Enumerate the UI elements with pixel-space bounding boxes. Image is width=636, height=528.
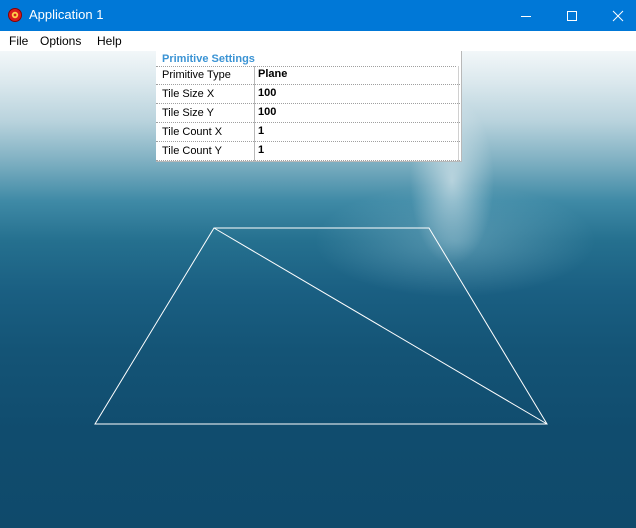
panel-header: Primitive Settings xyxy=(162,53,255,65)
property-name: Tile Count Y xyxy=(162,145,222,157)
plane-diagonal xyxy=(213,227,548,425)
property-row-primitive-type[interactable]: Primitive Type Plane xyxy=(156,66,460,85)
property-name: Tile Size Y xyxy=(162,107,214,119)
grid-right-edge xyxy=(458,66,459,161)
property-row-tile-count-x[interactable]: Tile Count X 1 xyxy=(156,123,460,142)
property-name: Tile Count X xyxy=(162,126,223,138)
property-value[interactable]: 1 xyxy=(258,125,264,138)
property-row-tile-size-y[interactable]: Tile Size Y 100 xyxy=(156,104,460,123)
minimize-icon xyxy=(521,16,531,17)
property-value[interactable]: 100 xyxy=(258,87,276,100)
property-value[interactable]: 100 xyxy=(258,106,276,119)
property-value[interactable]: 1 xyxy=(258,144,264,157)
title-bar[interactable]: Application 1 xyxy=(0,0,636,31)
menu-bar: File Options Help xyxy=(0,31,636,51)
column-divider[interactable] xyxy=(254,66,255,161)
menu-file[interactable]: File xyxy=(9,34,28,48)
property-row-tile-size-x[interactable]: Tile Size X 100 xyxy=(156,85,460,104)
property-value[interactable]: Plane xyxy=(258,68,287,81)
close-icon xyxy=(612,10,624,22)
property-name: Primitive Type xyxy=(162,69,231,81)
app-red-circle-icon[interactable] xyxy=(8,8,22,22)
maximize-button[interactable] xyxy=(549,0,595,31)
property-name: Tile Size X xyxy=(162,88,215,100)
property-row-tile-count-y[interactable]: Tile Count Y 1 xyxy=(156,142,460,161)
menu-options[interactable]: Options xyxy=(40,34,81,48)
primitive-settings-panel: Primitive Settings Primitive Type Plane … xyxy=(156,51,462,162)
maximize-icon xyxy=(567,11,577,21)
close-button[interactable] xyxy=(595,0,636,31)
minimize-button[interactable] xyxy=(503,0,549,31)
window-title: Application 1 xyxy=(29,7,104,22)
menu-help[interactable]: Help xyxy=(97,34,122,48)
plane-outline xyxy=(94,227,548,425)
application-window: Application 1 File Options Help Primitiv… xyxy=(0,0,636,528)
